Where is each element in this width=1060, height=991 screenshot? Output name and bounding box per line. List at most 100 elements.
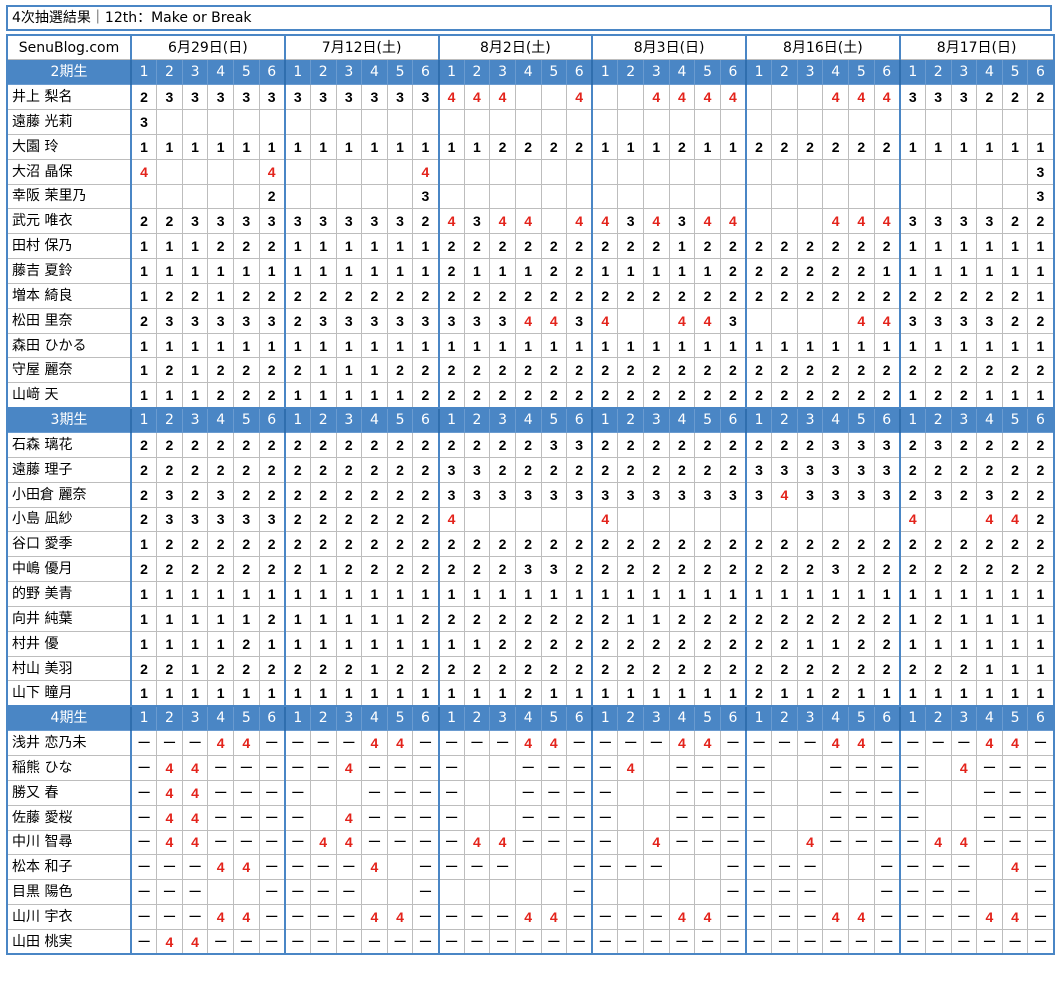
result-cell: 3 — [540, 556, 568, 583]
result-cell: ー — [976, 779, 1003, 806]
result-cell: 1 — [309, 357, 337, 384]
result-cell: ー — [156, 854, 183, 881]
result-cell: 1 — [283, 581, 311, 607]
result-cell: ー — [745, 779, 773, 806]
result-cell: 2 — [668, 357, 696, 384]
result-cell: 1 — [898, 680, 926, 707]
result-cell: 2 — [771, 556, 798, 583]
result-cell: 2 — [309, 531, 337, 558]
result-cell: 2 — [156, 208, 183, 235]
result-cell: 1 — [309, 133, 337, 160]
result-cell: 2 — [822, 233, 849, 260]
result-cell: 2 — [873, 605, 901, 632]
result-cell: 2 — [898, 655, 926, 682]
result-cell: 4 — [848, 904, 875, 930]
result-cell: 2 — [437, 282, 465, 309]
result-cell: 1 — [822, 581, 849, 607]
result-cell: 2 — [1001, 282, 1029, 309]
result-cell: 4 — [668, 84, 696, 111]
result-cell: 4 — [1001, 506, 1029, 533]
result-cell — [848, 879, 875, 906]
result-cell: 1 — [848, 332, 875, 359]
slot-number: 5 — [540, 704, 568, 732]
result-cell — [437, 879, 465, 906]
result-cell: 2 — [1001, 357, 1029, 384]
result-cell: 1 — [719, 581, 747, 607]
result-cell: 1 — [1001, 605, 1029, 632]
result-cell: ー — [283, 730, 311, 756]
result-cell: 2 — [643, 282, 670, 309]
result-cell: ー — [1027, 928, 1054, 955]
result-cell: 2 — [207, 655, 234, 682]
result-cell: 2 — [207, 531, 234, 558]
result-cell: 4 — [207, 904, 234, 930]
result-cell: 3 — [771, 456, 798, 483]
result-cell — [950, 109, 978, 135]
member-name: 勝又 春 — [6, 779, 132, 806]
result-cell: 2 — [771, 655, 798, 682]
result-cell: 1 — [976, 382, 1003, 409]
result-cell: 1 — [386, 133, 414, 160]
result-cell: 2 — [514, 655, 542, 682]
result-cell: ー — [643, 730, 670, 756]
result-cell: 1 — [822, 332, 849, 359]
result-cell: 2 — [796, 133, 824, 160]
result-cell: ー — [1027, 879, 1054, 906]
result-cell: 3 — [924, 307, 952, 334]
result-cell: 2 — [694, 357, 721, 384]
result-cell: ー — [898, 904, 926, 930]
result-cell: 1 — [412, 332, 439, 359]
result-cell: ー — [873, 829, 901, 856]
result-cell: 2 — [489, 556, 516, 583]
result-cell: ー — [207, 928, 234, 955]
member-name: 大園 玲 — [6, 133, 132, 160]
result-cell: ー — [156, 879, 183, 906]
result-cell: 2 — [207, 357, 234, 384]
member-name: 中川 智尋 — [6, 829, 132, 856]
result-cell: 2 — [566, 233, 593, 260]
result-cell — [976, 183, 1003, 210]
result-cell: ー — [566, 754, 593, 781]
result-cell — [540, 506, 568, 533]
member-name: 小島 凪紗 — [6, 506, 132, 533]
result-cell — [463, 506, 491, 533]
result-cell — [976, 158, 1003, 185]
slot-number: 2 — [924, 704, 952, 732]
result-cell: 1 — [335, 258, 363, 284]
result-cell: ー — [668, 804, 696, 831]
result-cell: 1 — [1001, 233, 1029, 260]
result-cell: 2 — [437, 432, 465, 458]
result-cell: 3 — [976, 481, 1003, 508]
result-cell: ー — [976, 754, 1003, 781]
result-cell: 2 — [617, 630, 644, 657]
date-header: 8月2日(土) — [437, 34, 593, 61]
result-cell: 3 — [591, 481, 619, 508]
result-cell: 1 — [233, 605, 260, 632]
slot-number: 2 — [309, 406, 337, 433]
result-cell — [309, 109, 337, 135]
member-row: 村井 優111121111111112222222222221122111111 — [6, 630, 1054, 657]
result-cell: 1 — [412, 680, 439, 707]
result-cell: 2 — [924, 382, 952, 409]
result-cell: 2 — [719, 630, 747, 657]
result-cell: 3 — [924, 481, 952, 508]
result-cell: 2 — [233, 630, 260, 657]
result-cell: ー — [1001, 804, 1029, 831]
result-cell: 4 — [181, 829, 209, 856]
result-cell: 4 — [207, 730, 234, 756]
result-cell: 2 — [643, 556, 670, 583]
result-cell: 2 — [489, 133, 516, 160]
result-cell: 2 — [719, 233, 747, 260]
result-cell: 3 — [848, 456, 875, 483]
slot-number: 3 — [181, 59, 209, 86]
result-cell: ー — [898, 730, 926, 756]
result-cell: 2 — [1027, 456, 1054, 483]
result-cell: 4 — [540, 307, 568, 334]
result-cell: 2 — [694, 382, 721, 409]
result-cell: 4 — [694, 84, 721, 111]
result-cell: 2 — [1027, 531, 1054, 558]
date-header: 8月16日(土) — [745, 34, 901, 61]
result-cell — [540, 84, 568, 111]
result-cell: 2 — [950, 382, 978, 409]
result-cell: 4 — [540, 730, 568, 756]
